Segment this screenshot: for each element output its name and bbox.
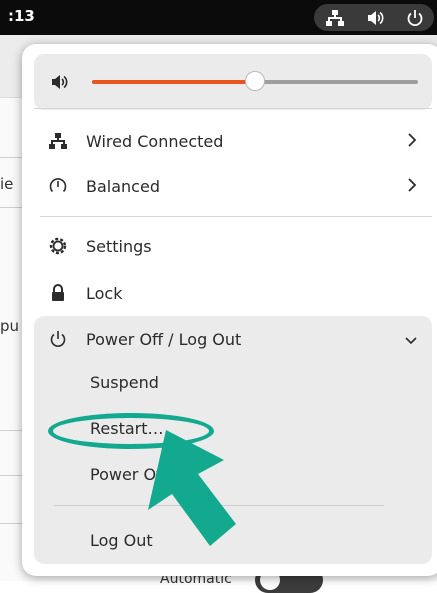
background-text-fragment: ie — [0, 175, 14, 193]
submenu-item-suspend[interactable]: Suspend — [90, 373, 159, 392]
chevron-down-icon — [404, 331, 418, 350]
menu-item-lock[interactable]: Lock — [34, 271, 432, 315]
system-status-area[interactable] — [314, 4, 434, 31]
menu-item-label: Power Off / Log Out — [86, 329, 242, 349]
volume-icon — [360, 4, 390, 31]
volume-icon[interactable] — [50, 73, 68, 95]
chevron-right-icon — [406, 176, 418, 198]
menu-item-settings[interactable]: Settings — [34, 224, 432, 268]
chevron-right-icon — [406, 131, 418, 153]
pointer-arrow-icon — [148, 430, 236, 546]
power-icon — [400, 4, 430, 31]
volume-slider[interactable] — [92, 71, 418, 91]
wired-network-icon — [320, 4, 350, 31]
power-icon — [40, 330, 76, 348]
volume-slider-fill — [92, 80, 255, 84]
clock[interactable]: :13 — [8, 7, 35, 25]
menu-item-label: Lock — [86, 283, 123, 303]
menu-item-label: Wired Connected — [86, 131, 224, 151]
lock-icon — [40, 283, 76, 303]
menu-item-label: Settings — [86, 236, 152, 256]
wired-network-icon — [40, 132, 76, 150]
volume-slider-handle[interactable] — [245, 71, 265, 91]
background-text-fragment: pu — [0, 317, 20, 335]
gear-icon — [40, 236, 76, 256]
menu-item-label: Balanced — [86, 176, 160, 196]
menu-item-wired-connected[interactable]: Wired Connected — [34, 119, 432, 163]
menu-separator — [34, 108, 432, 109]
menu-item-balanced[interactable]: Balanced — [34, 164, 432, 208]
menu-item-power-off-log-out[interactable]: Power Off / Log Out — [34, 316, 432, 362]
menu-separator — [40, 216, 432, 217]
volume-control — [34, 54, 432, 110]
power-profile-icon — [40, 177, 76, 195]
top-bar: :13 — [0, 0, 437, 35]
